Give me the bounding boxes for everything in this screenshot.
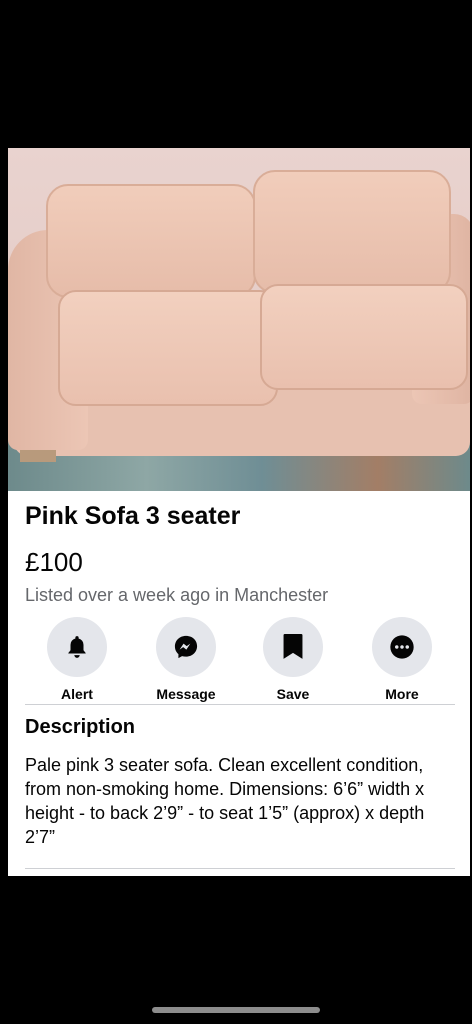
bookmark-icon <box>283 634 303 659</box>
sofa-seat-cushion-right <box>260 284 468 390</box>
more-button-circle[interactable] <box>372 617 432 677</box>
sofa-back-cushion-left <box>46 184 256 298</box>
bottom-letterbox <box>0 876 472 1024</box>
sofa-back-cushion-right <box>253 170 451 294</box>
alert-button[interactable]: Alert <box>32 617 122 702</box>
listing-photo[interactable] <box>8 148 470 491</box>
more-label: More <box>385 686 419 702</box>
listing-title: Pink Sofa 3 seater <box>25 502 241 530</box>
divider <box>25 704 455 705</box>
alert-label: Alert <box>61 686 93 702</box>
divider <box>25 868 455 869</box>
message-button-circle[interactable] <box>156 617 216 677</box>
sofa-foot <box>20 450 56 462</box>
messenger-icon <box>174 635 198 659</box>
sofa-seat-cushion-left <box>58 290 278 406</box>
save-button-circle[interactable] <box>263 617 323 677</box>
more-dots-icon <box>390 635 414 659</box>
bell-icon <box>68 636 86 658</box>
description-heading: Description <box>25 716 136 738</box>
top-letterbox <box>0 0 472 148</box>
alert-button-circle[interactable] <box>47 617 107 677</box>
save-label: Save <box>276 686 310 702</box>
more-button[interactable]: More <box>357 617 447 702</box>
listing-details: Pink Sofa 3 seater £100 Listed over a we… <box>8 491 470 876</box>
save-button[interactable]: Save <box>248 617 338 702</box>
description-text: Pale pink 3 seater sofa. Clean excellent… <box>25 755 425 847</box>
listing-meta[interactable]: Listed over a week ago in Manchester <box>25 585 328 606</box>
message-label: Message <box>156 686 216 702</box>
listing-price: £100 <box>25 547 83 577</box>
message-button[interactable]: Message <box>141 617 231 702</box>
home-indicator[interactable] <box>152 1007 320 1013</box>
action-bar: Alert Message Save More <box>8 617 470 702</box>
